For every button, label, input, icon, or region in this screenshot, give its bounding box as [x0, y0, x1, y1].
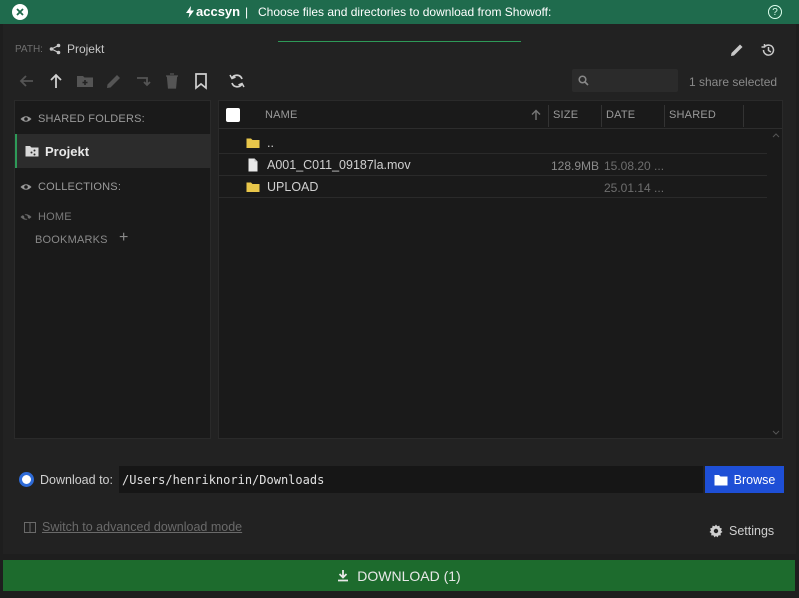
- home-label: HOME: [38, 211, 72, 223]
- up-arrow-icon[interactable]: [47, 72, 65, 90]
- shared-folders-label: SHARED FOLDERS:: [38, 113, 145, 125]
- selection-status: 1 share selected: [689, 75, 778, 89]
- path-value[interactable]: Projekt: [67, 42, 104, 56]
- new-folder-icon[interactable]: [76, 72, 94, 90]
- search-icon: [578, 75, 589, 86]
- bolt-icon: [186, 5, 194, 18]
- refresh-icon[interactable]: [228, 72, 246, 90]
- file-name: UPLOAD: [267, 180, 319, 194]
- column-date[interactable]: DATE: [606, 109, 635, 121]
- file-name: A001_C011_09187la.mov: [267, 158, 411, 172]
- settings-label: Settings: [729, 524, 775, 538]
- move-icon[interactable]: [134, 72, 152, 90]
- download-to-radio[interactable]: [19, 472, 34, 487]
- file-date: 25.01.14 ...: [604, 181, 665, 195]
- column-divider[interactable]: [548, 105, 549, 127]
- help-icon[interactable]: ?: [768, 5, 782, 19]
- loading-indicator: [278, 41, 521, 42]
- sidebar-item-projekt[interactable]: Projekt: [15, 134, 211, 168]
- table-row[interactable]: A001_C011_09187la.mov 128.9MB 15.08.20 .…: [219, 154, 767, 176]
- file-name: ..: [267, 136, 274, 150]
- column-divider[interactable]: [601, 105, 602, 127]
- brand-logo: accsyn: [186, 4, 240, 19]
- title-separator: |: [245, 5, 249, 19]
- collections-label: COLLECTIONS:: [38, 181, 122, 193]
- collections-heading: COLLECTIONS:: [20, 181, 121, 193]
- delete-icon[interactable]: [163, 72, 181, 90]
- search-box: [572, 69, 678, 92]
- download-to-label: Download to:: [40, 473, 113, 487]
- file-list-header: NAME SIZE DATE SHARED: [219, 101, 782, 129]
- sidebar-item-label: Projekt: [45, 143, 90, 159]
- share-icon: [49, 43, 61, 55]
- home-heading[interactable]: HOME: [20, 211, 72, 223]
- folder-icon: [714, 474, 728, 485]
- folder-icon: [246, 138, 260, 148]
- file-date: 15.08.20 ...: [604, 159, 665, 173]
- select-all-checkbox[interactable]: [226, 108, 240, 122]
- shared-folder-icon: [25, 146, 39, 157]
- column-divider[interactable]: [743, 105, 744, 127]
- download-button[interactable]: DOWNLOAD (1): [3, 560, 795, 591]
- title-bar: accsyn | Choose files and directories to…: [0, 0, 799, 24]
- table-row[interactable]: UPLOAD 25.01.14 ...: [219, 176, 767, 198]
- close-icon[interactable]: [12, 4, 28, 20]
- file-list: NAME SIZE DATE SHARED .. A001_C011_09187…: [218, 100, 783, 439]
- window-title: Choose files and directories to download…: [258, 5, 552, 19]
- sort-ascending-icon[interactable]: [530, 109, 542, 121]
- edit-pencil-icon[interactable]: [729, 42, 745, 58]
- file-icon: [248, 158, 258, 172]
- download-path-input[interactable]: [119, 466, 703, 493]
- settings-button[interactable]: Settings: [709, 524, 774, 538]
- folder-icon: [246, 182, 260, 192]
- browse-label: Browse: [733, 472, 776, 487]
- bookmark-icon[interactable]: [192, 72, 210, 90]
- advanced-mode-label: Switch to advanced download mode: [42, 520, 243, 534]
- file-size: 128.9MB: [551, 159, 600, 173]
- eye-icon[interactable]: [20, 181, 32, 193]
- eye-icon[interactable]: [20, 113, 32, 125]
- shared-folders-heading: SHARED FOLDERS:: [20, 113, 145, 125]
- scrollbar[interactable]: [771, 131, 781, 437]
- column-name[interactable]: NAME: [265, 109, 298, 121]
- gear-icon: [709, 524, 723, 538]
- bookmarks-label: BOOKMARKS: [35, 234, 108, 246]
- column-shared[interactable]: SHARED: [669, 109, 716, 121]
- download-button-label: DOWNLOAD (1): [357, 567, 461, 584]
- history-icon[interactable]: [760, 42, 776, 58]
- path-label: PATH:: [15, 43, 43, 55]
- table-row[interactable]: ..: [219, 132, 767, 154]
- book-icon: [24, 521, 36, 533]
- search-input[interactable]: [594, 72, 674, 89]
- breadcrumb: PATH: Projekt: [15, 42, 104, 56]
- download-icon: [338, 570, 349, 582]
- sidebar: SHARED FOLDERS: Projekt COLLECTIONS: HOM…: [14, 100, 211, 439]
- column-divider[interactable]: [664, 105, 665, 127]
- column-size[interactable]: SIZE: [553, 109, 578, 121]
- eye-off-icon[interactable]: [20, 211, 32, 223]
- brand-name: accsyn: [196, 4, 241, 19]
- rename-icon[interactable]: [105, 72, 123, 90]
- add-bookmark-button[interactable]: +: [119, 229, 128, 247]
- browse-button[interactable]: Browse: [705, 466, 784, 493]
- advanced-mode-link[interactable]: Switch to advanced download mode: [24, 520, 242, 534]
- back-arrow-icon[interactable]: [18, 72, 36, 90]
